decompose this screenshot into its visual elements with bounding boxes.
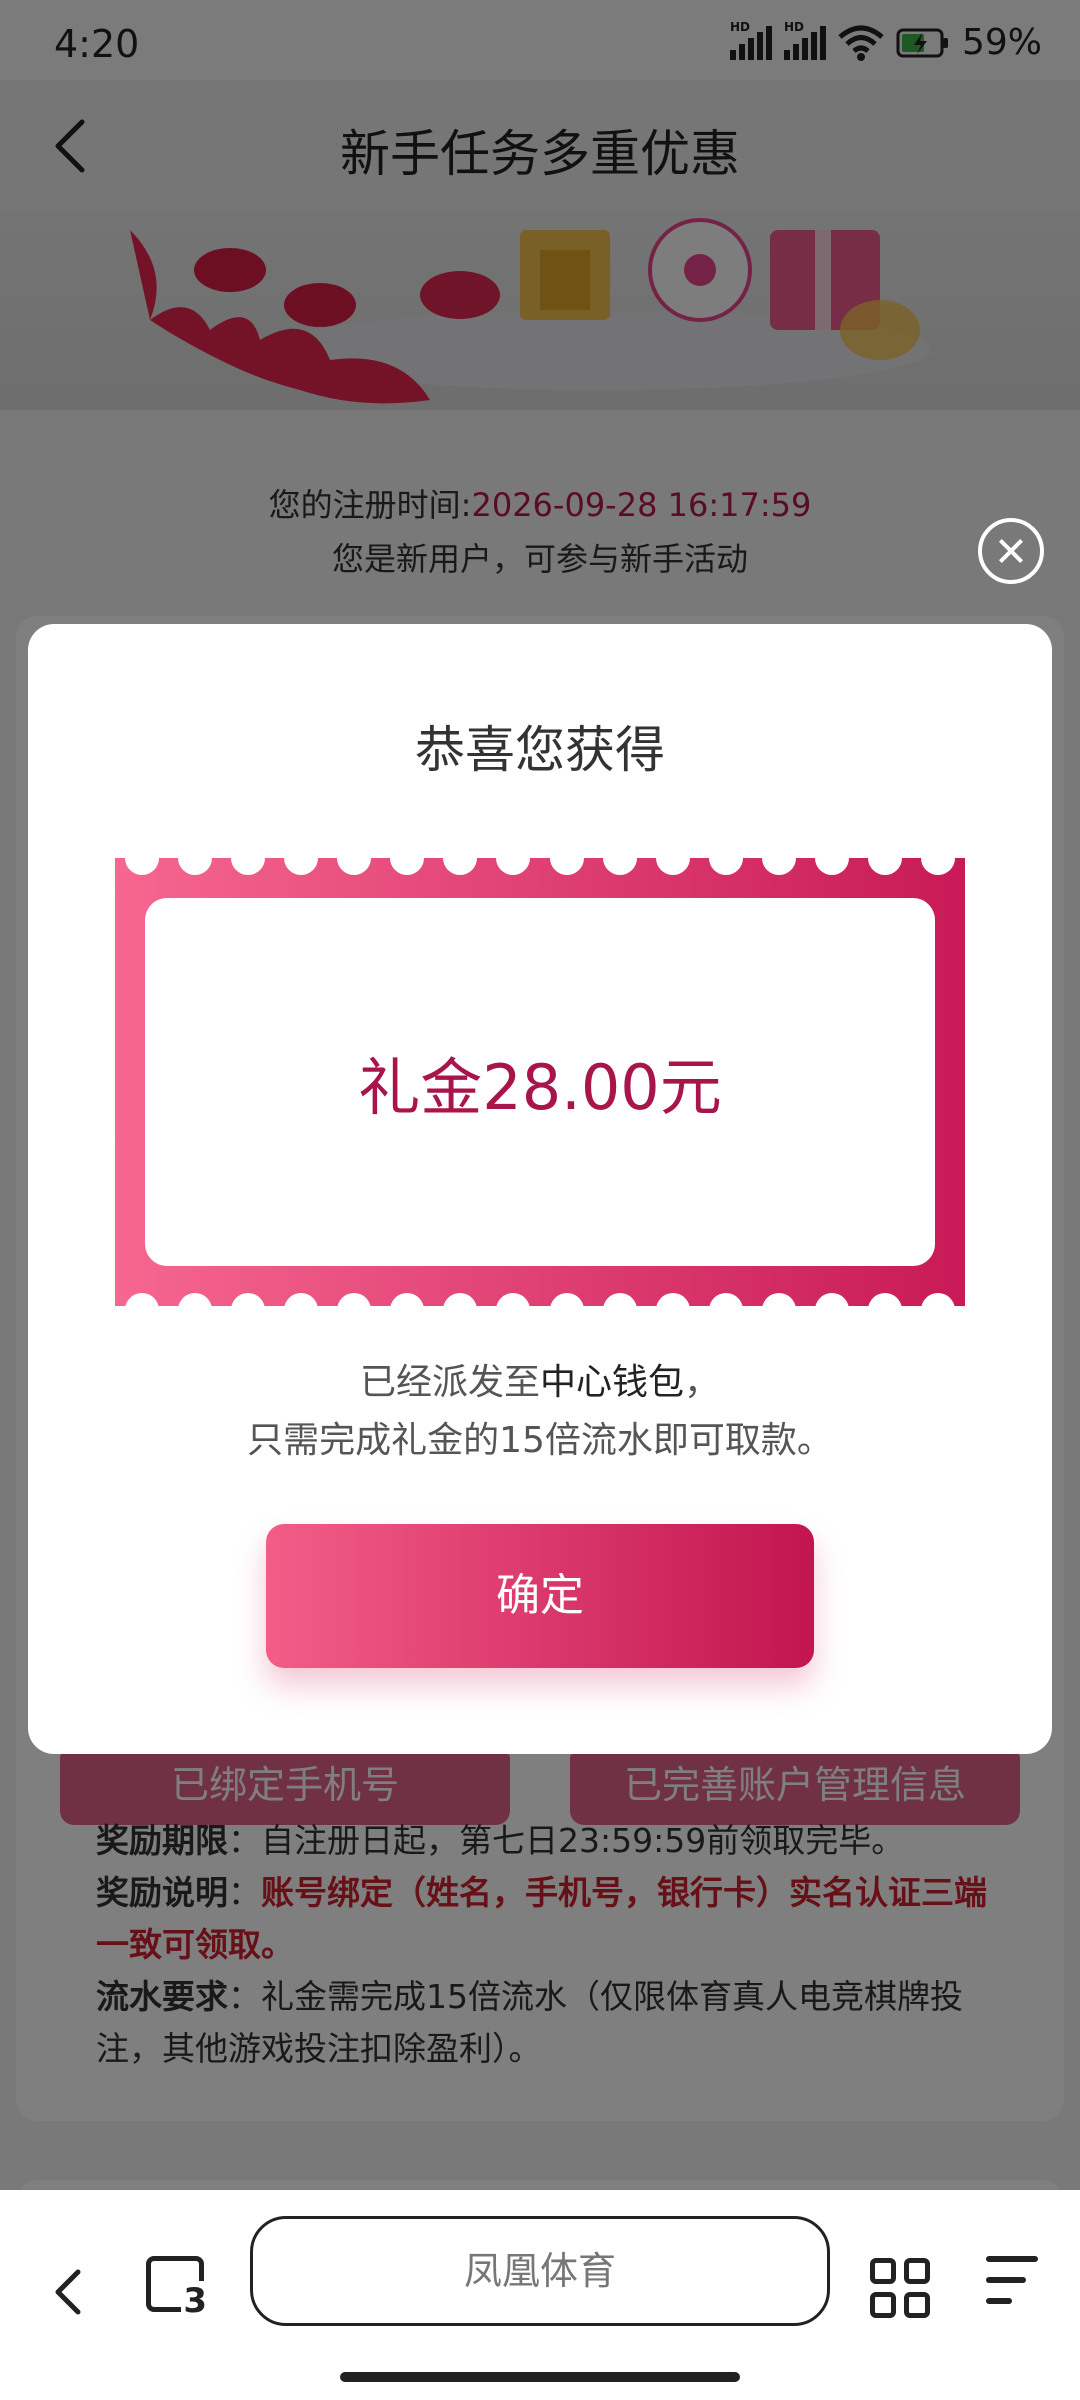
dialog-description: 已经派发至中心钱包， 只需完成礼金的15倍流水即可取款。	[247, 1362, 833, 1461]
wallet-name: 中心钱包	[539, 1362, 684, 1403]
ticket-perforation	[115, 858, 965, 875]
home-indicator[interactable]	[340, 2372, 740, 2382]
coupon-amount: 礼金28.00元	[358, 1051, 722, 1124]
apps-grid-icon[interactable]	[870, 2258, 930, 2318]
browser-back-icon[interactable]	[46, 2260, 90, 2324]
tabs-icon[interactable]: 3	[146, 2256, 209, 2321]
close-icon[interactable]	[978, 518, 1044, 584]
confirm-button[interactable]: 确定	[266, 1524, 814, 1668]
coupon-inner: 礼金28.00元	[145, 898, 935, 1266]
coupon-ticket: 礼金28.00元	[115, 858, 965, 1306]
menu-icon[interactable]	[986, 2256, 1038, 2316]
ticket-perforation	[115, 1293, 965, 1306]
reward-dialog: 恭喜您获得 礼金28.00元 已经派发至中心钱包， 只需完成礼金的15倍流水即可…	[28, 624, 1052, 1754]
dialog-title: 恭喜您获得	[415, 721, 665, 779]
address-bar[interactable]: 凤凰体育	[250, 2216, 830, 2326]
tab-count: 3	[181, 2281, 209, 2321]
browser-toolbar: 3 凤凰体育	[0, 2190, 1080, 2400]
